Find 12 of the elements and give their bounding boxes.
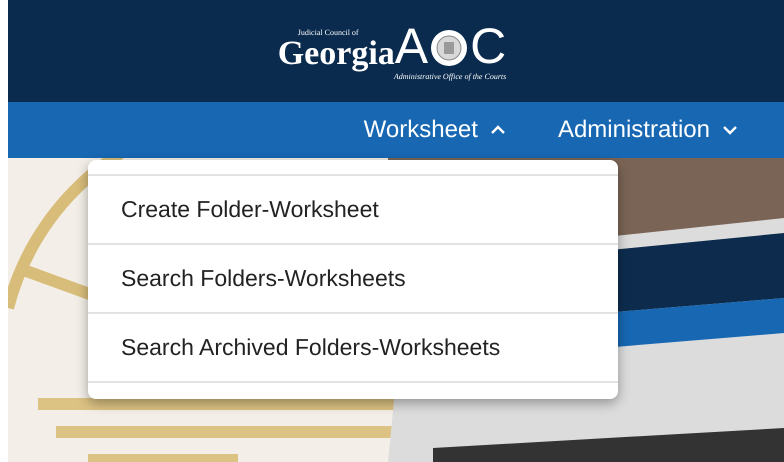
logo-top-line: Judicial Council of bbox=[298, 29, 359, 37]
chevron-down-icon bbox=[722, 125, 738, 135]
logo-name: Georgia bbox=[278, 37, 395, 71]
chevron-up-icon bbox=[490, 125, 506, 135]
dropdown-item[interactable]: Create Folder-Worksheet bbox=[88, 174, 618, 243]
logo-letter: C bbox=[470, 21, 506, 71]
logo-letter: A bbox=[394, 21, 428, 71]
logo-subtitle: Administrative Office of the Courts bbox=[394, 73, 506, 81]
dropdown-item[interactable]: Search Archived Folders-Worksheets bbox=[88, 312, 618, 381]
nav-menu-button[interactable]: Administration bbox=[552, 102, 744, 158]
seal-icon bbox=[430, 29, 468, 67]
dropdown-item[interactable]: Search Folders-Worksheets bbox=[88, 243, 618, 312]
